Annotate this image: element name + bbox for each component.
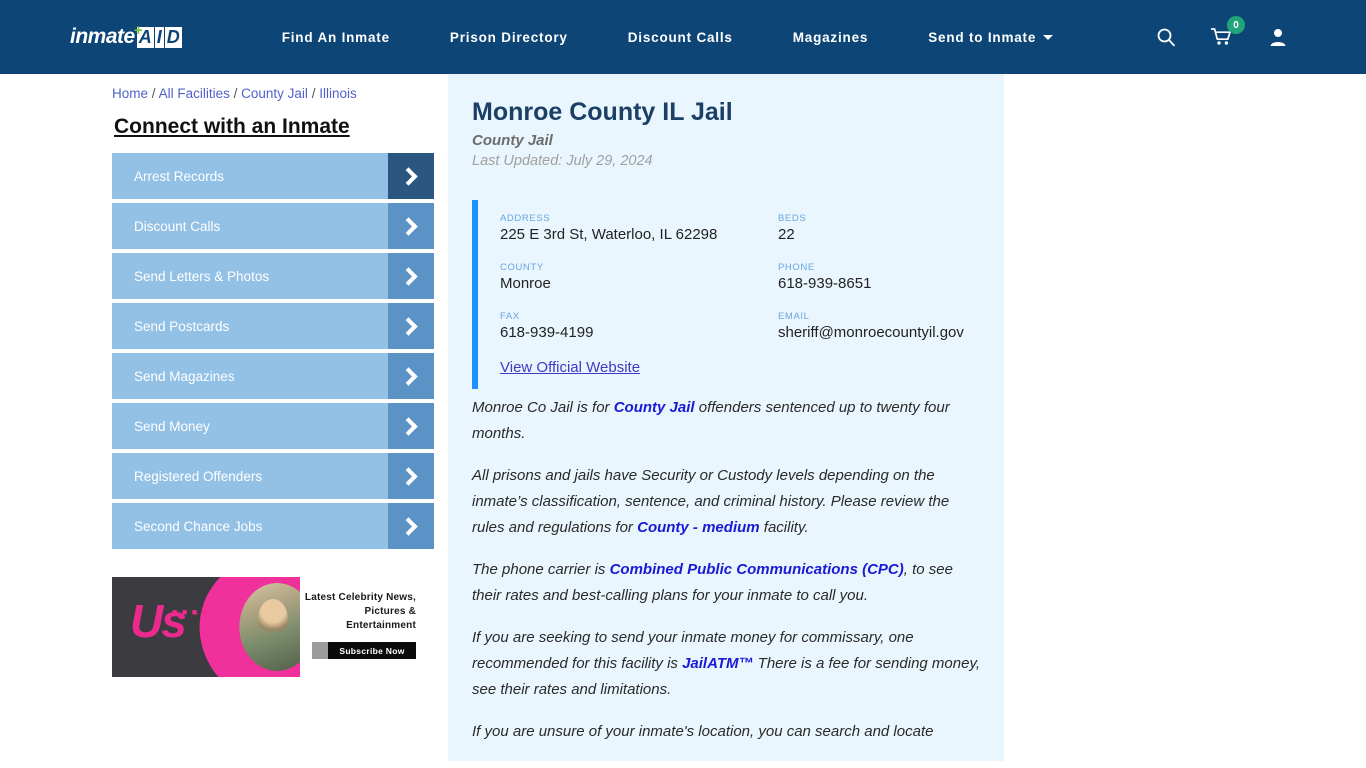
sidebar-item-arrest-records[interactable]: Arrest Records [112,153,434,199]
logo-aid: A I D [136,26,182,48]
inline-link: JailATM™ [682,655,754,672]
inline-link: County - medium [637,519,760,536]
info-field-beds: BEDS 22 [778,212,982,245]
sidebar-item-send-money[interactable]: Send Money [112,403,434,449]
nav-item-discount-calls[interactable]: Discount Calls [598,30,763,45]
paragraph: If you are seeking to send your inmate m… [472,629,980,698]
info-field-address: ADDRESS 225 E 3rd St, Waterloo, IL 62298 [500,212,778,245]
nav-item-find-an-inmate[interactable]: Find An Inmate [252,30,420,45]
sidebar-item-label: Discount Calls [134,218,221,234]
sidebar-item-label: Arrest Records [134,168,225,184]
sidebar-item-label: Send Postcards [134,318,230,334]
site-logo[interactable]: inmate + A I D [70,22,182,49]
page-body: Home / All Facilities / County Jail / Il… [0,74,1366,761]
info-label: EMAIL [778,311,810,322]
paragraph: All prisons and jails have Security or C… [472,467,950,536]
logo-plus-icon: + [134,22,143,39]
info-field-fax: FAX 618-939-4199 [500,310,778,343]
cart-count-badge: 0 [1227,16,1245,34]
logo-letter-d: D [164,26,182,48]
breadcrumb-item-all-facilities[interactable]: All Facilities [159,86,230,101]
header-icons: 0 [1138,16,1306,47]
breadcrumb-separator: / [151,86,156,101]
chevron-right-icon [388,253,434,299]
sidebar-item-send-magazines[interactable]: Send Magazines [112,353,434,399]
nav-item-magazines[interactable]: Magazines [763,30,898,45]
cart-button[interactable]: 0 [1194,16,1250,47]
facility-content-card: Monroe County IL Jail County Jail Last U… [448,74,1004,761]
chevron-right-icon [388,453,434,499]
sidebar-item-label: Second Chance Jobs [134,518,263,534]
inline-link: County Jail [613,399,695,416]
chevron-right-icon [388,203,434,249]
breadcrumb-item-county-jail[interactable]: County Jail [241,86,308,101]
chevron-right-icon [388,503,434,549]
sidebar-item-label: Registered Offenders [134,468,263,484]
sidebar-item-registered-offenders[interactable]: Registered Offenders [112,453,434,499]
chevron-right-icon [388,303,434,349]
paragraph: The phone carrier is Combined Public Com… [472,561,953,604]
inline-link: Combined Public Communications (CPC) [609,561,904,578]
info-field-website: View Official Website [500,359,982,377]
chevron-right-icon [388,353,434,399]
main-nav: Find An Inmate Prison Directory Discount… [252,30,1138,45]
info-label: PHONE [778,262,815,273]
ad-subscribe-button[interactable]: Subscribe Now [312,642,416,659]
nav-item-send-to-inmate[interactable]: Send to Inmate [898,30,1083,45]
ad-copy-panel: Latest Celebrity News, Pictures & Entert… [300,577,422,677]
breadcrumb: Home / All Facilities / County Jail / Il… [112,86,390,101]
nav-item-prison-directory[interactable]: Prison Directory [420,30,598,45]
info-value: 22 [778,226,795,243]
site-header: inmate + A I D Find An Inmate Prison Dir… [0,0,1366,74]
search-icon [1157,28,1175,47]
sidebar-item-label: Send Money [134,418,210,434]
page-title: Monroe County IL Jail [472,98,733,126]
view-official-website-link[interactable]: View Official Website [500,359,640,376]
sidebar-item-second-chance-jobs[interactable]: Second Chance Jobs [112,503,434,549]
ad-dots-decoration: ■ ■ ■ ■ [172,607,209,617]
breadcrumb-item-illinois[interactable]: Illinois [319,86,357,101]
sidebar-item-label: Send Letters & Photos [134,268,270,284]
sidebar-item-discount-calls[interactable]: Discount Calls [112,203,434,249]
chevron-right-icon [388,153,434,199]
advertisement-banner[interactable]: Us ■ ■ ■ ■ Latest Celebrity News, Pictur… [112,577,422,677]
facility-type: County Jail [472,132,553,149]
facility-info-panel: ADDRESS 225 E 3rd St, Waterloo, IL 62298… [472,200,982,389]
left-column: Home / All Facilities / County Jail / Il… [0,74,434,761]
last-updated: Last Updated: July 29, 2024 [472,153,653,169]
logo-word: inmate [70,25,135,48]
info-value: 618-939-8651 [778,275,872,292]
info-field-email: EMAIL sheriff@monroecountyil.gov [778,310,982,343]
breadcrumb-separator: / [311,86,316,101]
info-label: COUNTY [500,262,544,273]
chevron-right-icon [388,403,434,449]
account-button[interactable] [1250,27,1306,47]
sidebar-item-send-postcards[interactable]: Send Postcards [112,303,434,349]
facility-description: Monroe Co Jail is for County Jail offend… [448,389,1004,745]
sidebar-item-label: Send Magazines [134,368,235,384]
info-field-phone: PHONE 618-939-8651 [778,261,982,294]
info-label: FAX [500,311,520,322]
info-field-county: COUNTY Monroe [500,261,778,294]
breadcrumb-separator: / [233,86,238,101]
breadcrumb-item-home[interactable]: Home [112,86,148,101]
user-icon [1270,29,1286,46]
facility-header: Monroe County IL Jail County Jail Last U… [448,96,1004,389]
info-value: Monroe [500,275,551,292]
info-label: ADDRESS [500,213,551,224]
search-button[interactable] [1138,27,1194,47]
sidebar-item-send-letters-photos[interactable]: Send Letters & Photos [112,253,434,299]
info-value: 225 E 3rd St, Waterloo, IL 62298 [500,226,718,243]
info-value: sheriff@monroecountyil.gov [778,324,964,341]
info-label: BEDS [778,213,807,224]
paragraph: If you are unsure of your inmate's locat… [472,723,934,740]
ad-headline: Latest Celebrity News, Pictures & Entert… [304,592,416,631]
paragraph: Monroe Co Jail is for County Jail offend… [472,399,950,442]
info-value: 618-939-4199 [500,324,594,341]
sidebar-title: Connect with an Inmate [114,115,350,138]
logo-letter-i: I [154,26,164,48]
